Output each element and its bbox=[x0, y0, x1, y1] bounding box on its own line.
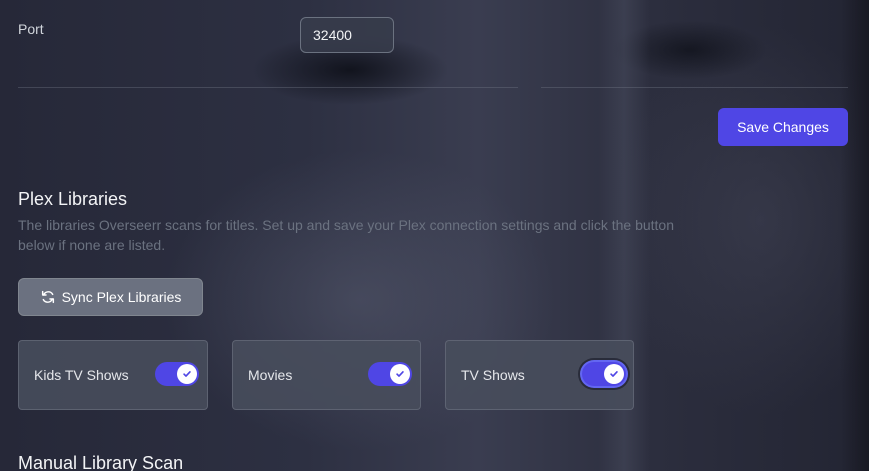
toggle-knob bbox=[604, 364, 624, 384]
library-name: TV Shows bbox=[461, 367, 525, 383]
library-card-kids-tv-shows: Kids TV Shows bbox=[18, 340, 208, 410]
port-label: Port bbox=[18, 21, 44, 37]
library-name: Kids TV Shows bbox=[34, 367, 129, 383]
refresh-icon bbox=[41, 290, 54, 304]
divider-right bbox=[541, 87, 848, 88]
plex-libraries-title: Plex Libraries bbox=[18, 189, 128, 209]
toggle-knob bbox=[390, 364, 410, 384]
library-name: Movies bbox=[248, 367, 293, 383]
check-icon bbox=[396, 371, 404, 377]
port-input[interactable] bbox=[300, 17, 394, 53]
check-icon bbox=[183, 371, 191, 377]
library-toggle-kids-tv-shows[interactable] bbox=[155, 362, 199, 386]
manual-library-scan-title: Manual Library Scan bbox=[18, 453, 184, 471]
plex-libraries-description: The libraries Overseerr scans for titles… bbox=[18, 217, 674, 253]
library-card-tv-shows: TV Shows bbox=[445, 340, 634, 410]
sync-plex-libraries-button[interactable]: Sync Plex Libraries bbox=[18, 278, 203, 316]
library-toggle-tv-shows[interactable] bbox=[582, 362, 626, 386]
settings-panel: Port Save Changes Plex Libraries The lib… bbox=[0, 0, 869, 471]
check-icon bbox=[610, 371, 618, 377]
sync-button-label: Sync Plex Libraries bbox=[61, 289, 182, 305]
toggle-knob bbox=[177, 364, 197, 384]
divider-left bbox=[18, 87, 518, 88]
save-changes-button[interactable]: Save Changes bbox=[718, 108, 848, 146]
library-toggle-movies[interactable] bbox=[368, 362, 412, 386]
library-card-movies: Movies bbox=[232, 340, 421, 410]
